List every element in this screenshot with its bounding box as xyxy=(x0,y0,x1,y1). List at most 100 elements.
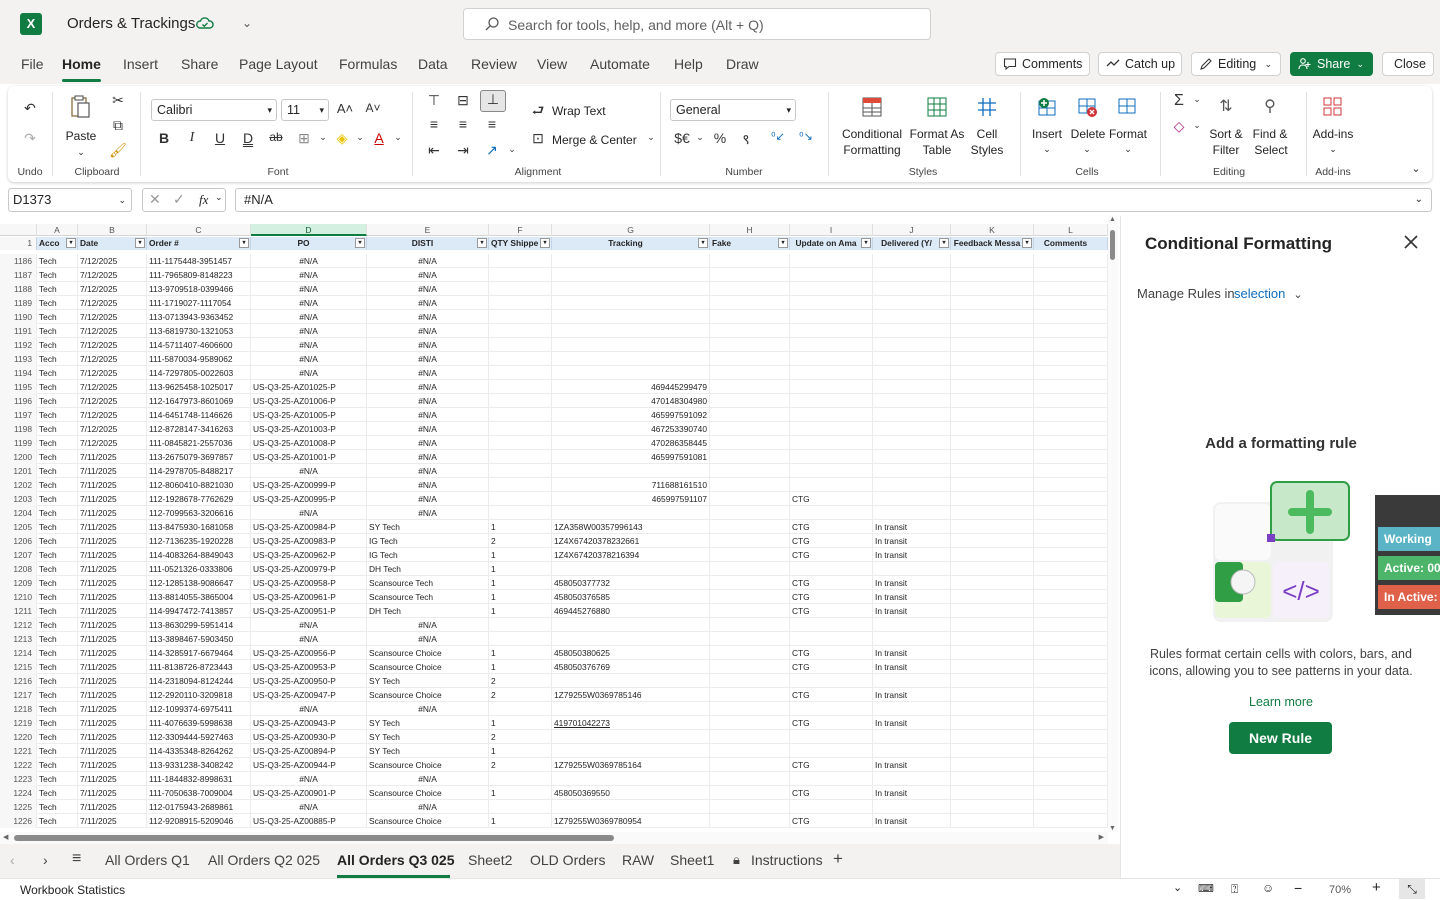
table-cell[interactable] xyxy=(790,478,873,492)
table-cell[interactable]: US-Q3-25-AZ01005-P xyxy=(251,408,367,422)
table-cell[interactable] xyxy=(873,492,951,506)
status-chevron-icon[interactable]: ⌄ xyxy=(1173,881,1182,894)
cell-styles-label-1[interactable]: Cell xyxy=(970,126,1004,142)
insert-cells-label[interactable]: Insert xyxy=(1028,126,1066,142)
table-cell[interactable] xyxy=(489,478,552,492)
filter-dropdown-icon[interactable]: ▾ xyxy=(239,238,249,248)
table-cell[interactable] xyxy=(1034,576,1108,590)
table-cell[interactable] xyxy=(489,366,552,380)
table-cell[interactable]: 113-2675079-3697857 xyxy=(147,450,251,464)
table-cell[interactable]: Scansource Tech xyxy=(367,576,489,590)
filter-dropdown-icon[interactable]: ▾ xyxy=(540,238,550,248)
table-cell[interactable]: Tech xyxy=(37,646,78,660)
table-cell[interactable]: #N/A xyxy=(367,800,489,814)
font-color-chevron-icon[interactable]: ⌄ xyxy=(388,132,408,143)
table-cell[interactable]: 7/11/2025 xyxy=(78,478,147,492)
table-cell[interactable] xyxy=(552,744,710,758)
table-cell[interactable]: 465997591107 xyxy=(552,492,710,506)
table-cell[interactable] xyxy=(552,506,710,520)
table-cell[interactable] xyxy=(951,352,1034,366)
table-cell[interactable] xyxy=(552,800,710,814)
row-number[interactable]: 1205 xyxy=(0,520,37,534)
table-cell[interactable]: In transit xyxy=(873,590,951,604)
table-cell[interactable] xyxy=(1034,562,1108,576)
table-cell[interactable] xyxy=(489,254,552,268)
table-cell[interactable] xyxy=(552,730,710,744)
close-icon[interactable] xyxy=(1401,232,1421,252)
table-cell[interactable]: 7/11/2025 xyxy=(78,800,147,814)
table-cell[interactable]: 113-0713943-9363452 xyxy=(147,310,251,324)
table-cell[interactable] xyxy=(489,450,552,464)
menu-review[interactable]: Review xyxy=(471,56,517,72)
search-input[interactable]: Search for tools, help, and more (Alt + … xyxy=(463,8,931,40)
table-cell[interactable]: 1Z79255W0369785146 xyxy=(552,688,710,702)
title-chevron-down-icon[interactable]: ⌄ xyxy=(242,16,252,30)
table-cell[interactable]: 458050380625 xyxy=(552,646,710,660)
table-cell[interactable]: Tech xyxy=(37,660,78,674)
table-cell[interactable] xyxy=(873,800,951,814)
row-number[interactable]: 1202 xyxy=(0,478,37,492)
table-cell[interactable]: 111-0845821-2557036 xyxy=(147,436,251,450)
table-cell[interactable]: US-Q3-25-AZ01001-P xyxy=(251,450,367,464)
table-cell[interactable] xyxy=(552,702,710,716)
table-cell[interactable]: #N/A xyxy=(367,632,489,646)
paste-icon[interactable] xyxy=(70,94,92,120)
catch-up-button[interactable]: Catch up xyxy=(1098,52,1182,76)
table-cell[interactable] xyxy=(790,618,873,632)
formula-input[interactable]: #N/A ⌄ xyxy=(235,188,1432,212)
table-cell[interactable]: CTG xyxy=(790,688,873,702)
align-right-icon[interactable]: ≡ xyxy=(482,116,502,132)
table-cell[interactable] xyxy=(951,772,1034,786)
table-cell[interactable] xyxy=(951,254,1034,268)
merge-center-button[interactable]: Merge & Center xyxy=(552,132,637,148)
table-cell[interactable]: 7/11/2025 xyxy=(78,450,147,464)
table-cell[interactable]: US-Q3-25-AZ00962-P xyxy=(251,548,367,562)
table-cell[interactable] xyxy=(951,408,1034,422)
table-cell[interactable]: 2 xyxy=(489,674,552,688)
table-cell[interactable] xyxy=(873,422,951,436)
table-cell[interactable] xyxy=(1034,324,1108,338)
column-title-j[interactable]: Delivered (Y/ ▾ xyxy=(873,237,951,250)
table-cell[interactable] xyxy=(710,268,790,282)
table-cell[interactable]: #N/A xyxy=(251,506,367,520)
align-bottom-icon[interactable]: ⊥ xyxy=(480,90,506,112)
feedback-icon[interactable]: ☺ xyxy=(1262,881,1274,895)
table-cell[interactable]: 467253390740 xyxy=(552,422,710,436)
table-cell[interactable]: Tech xyxy=(37,296,78,310)
borders-chevron-icon[interactable]: ⌄ xyxy=(313,132,333,143)
table-cell[interactable]: 113-6819730-1321053 xyxy=(147,324,251,338)
table-cell[interactable]: CTG xyxy=(790,548,873,562)
table-cell[interactable]: 113-8630299-5951414 xyxy=(147,618,251,632)
table-cell[interactable]: Tech xyxy=(37,604,78,618)
table-cell[interactable]: SY Tech xyxy=(367,744,489,758)
table-cell[interactable]: CTG xyxy=(790,576,873,590)
table-cell[interactable]: #N/A xyxy=(251,618,367,632)
table-cell[interactable] xyxy=(951,436,1034,450)
table-cell[interactable] xyxy=(951,730,1034,744)
row-number[interactable]: 1214 xyxy=(0,646,37,660)
table-cell[interactable]: US-Q3-25-AZ00951-P xyxy=(251,604,367,618)
table-cell[interactable]: #N/A xyxy=(367,464,489,478)
table-cell[interactable] xyxy=(1034,394,1108,408)
table-cell[interactable]: Tech xyxy=(37,352,78,366)
table-cell[interactable] xyxy=(1034,772,1108,786)
table-cell[interactable]: 113-8475930-1681058 xyxy=(147,520,251,534)
editing-mode-button[interactable]: Editing ⌄ xyxy=(1191,52,1281,76)
confirm-formula-icon[interactable]: ✓ xyxy=(173,191,185,208)
column-header-d[interactable]: D xyxy=(251,224,367,236)
table-cell[interactable]: #N/A xyxy=(251,464,367,478)
table-cell[interactable] xyxy=(873,450,951,464)
table-cell[interactable]: 7/11/2025 xyxy=(78,674,147,688)
table-cell[interactable] xyxy=(710,450,790,464)
table-cell[interactable] xyxy=(951,800,1034,814)
column-header-k[interactable]: K xyxy=(951,224,1034,236)
table-cell[interactable]: 113-8814055-3865004 xyxy=(147,590,251,604)
table-cell[interactable]: US-Q3-25-AZ00901-P xyxy=(251,786,367,800)
table-cell[interactable] xyxy=(710,296,790,310)
table-cell[interactable]: #N/A xyxy=(251,310,367,324)
formula-expand-chevron-icon[interactable]: ⌄ xyxy=(1415,189,1423,211)
table-cell[interactable] xyxy=(951,450,1034,464)
table-cell[interactable] xyxy=(489,408,552,422)
table-cell[interactable] xyxy=(552,254,710,268)
insert-cells-icon[interactable] xyxy=(1036,96,1058,118)
